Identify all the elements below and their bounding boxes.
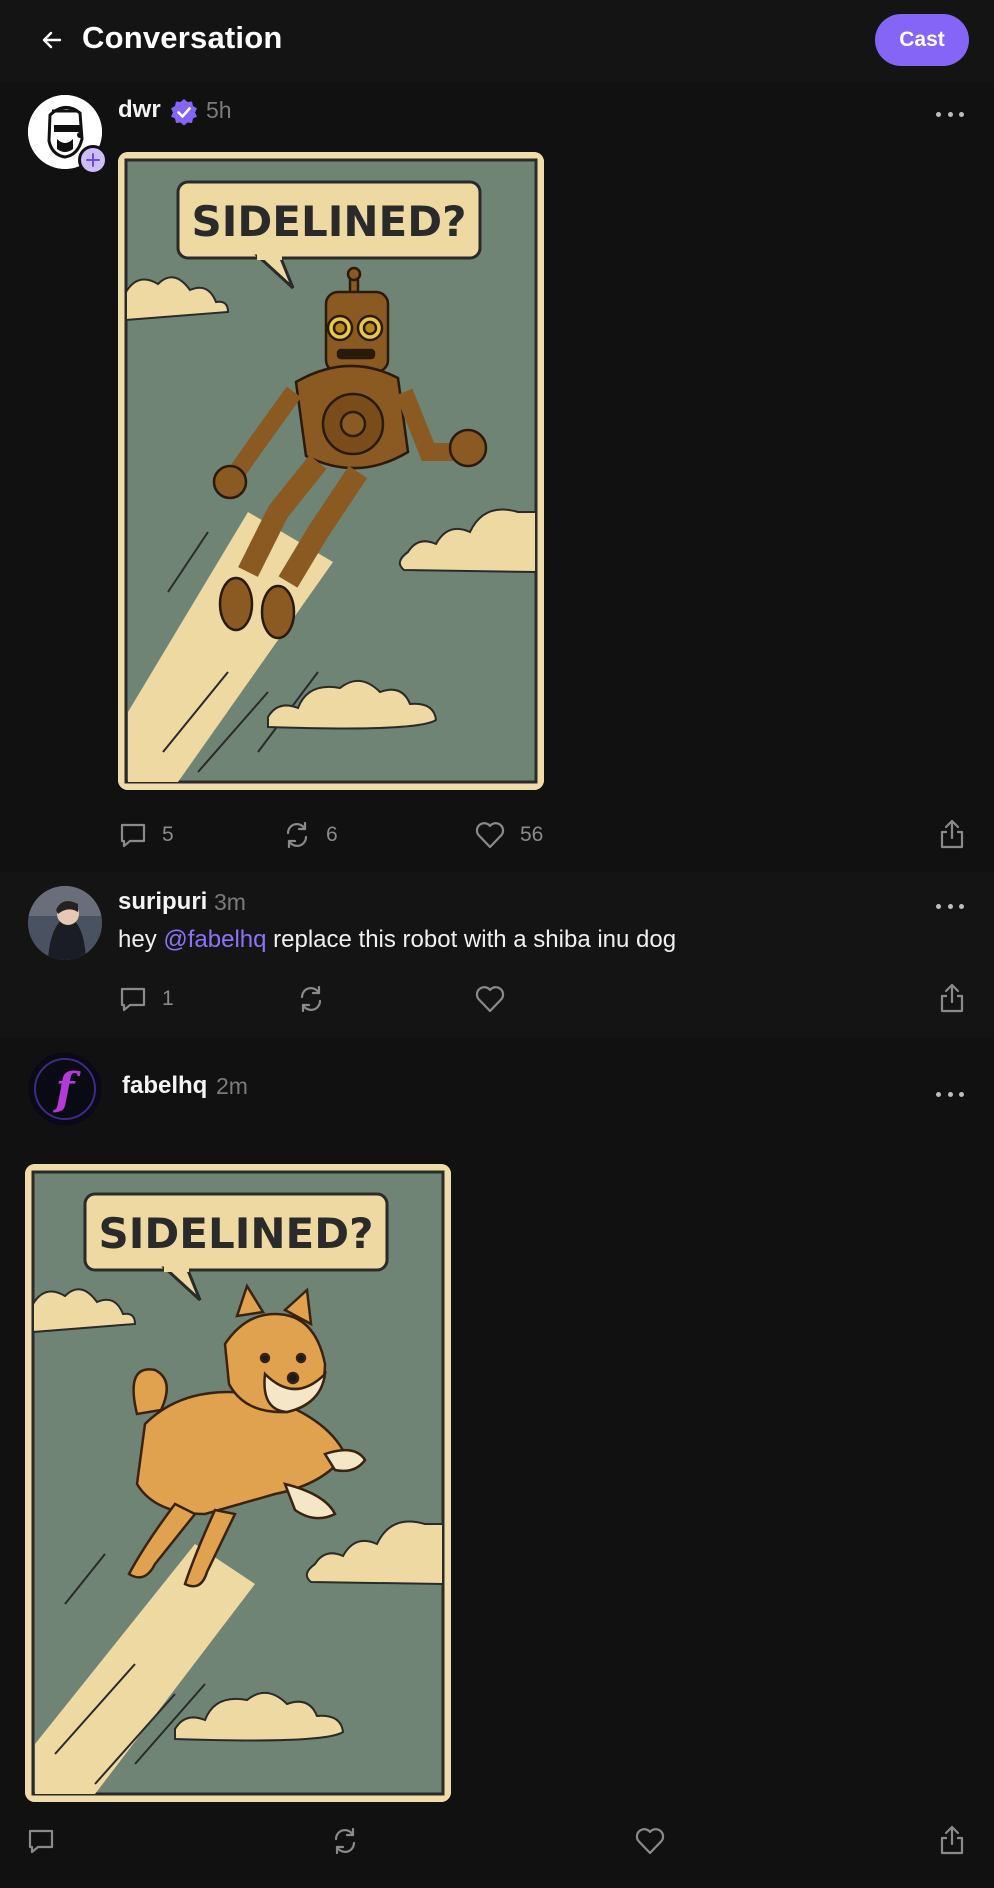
reply-icon bbox=[120, 987, 146, 1012]
more-options-button[interactable] bbox=[930, 894, 970, 918]
like-icon bbox=[635, 1828, 665, 1855]
page-title: Conversation bbox=[82, 20, 283, 55]
cast-image[interactable]: SIDELINED? bbox=[25, 1164, 451, 1802]
recast-button[interactable] bbox=[330, 1826, 360, 1856]
share-button[interactable] bbox=[938, 1824, 966, 1856]
reply-icon bbox=[28, 1829, 54, 1854]
timestamp: 3m bbox=[214, 889, 246, 915]
shiba-comic-illustration: SIDELINED? bbox=[25, 1164, 451, 1802]
cast-image[interactable]: SIDELINED? bbox=[118, 152, 544, 790]
timestamp: 5h bbox=[206, 97, 232, 123]
cast-text-part: hey bbox=[118, 926, 164, 953]
verified-badge-icon bbox=[171, 99, 197, 126]
recast-icon bbox=[334, 1827, 356, 1855]
share-button[interactable] bbox=[938, 818, 966, 850]
username[interactable]: suripuri bbox=[118, 888, 207, 916]
follow-button[interactable] bbox=[78, 145, 108, 175]
reply-count: 1 bbox=[162, 987, 174, 1010]
reply-button[interactable] bbox=[26, 1826, 56, 1856]
recast-icon bbox=[286, 821, 308, 849]
reply-icon bbox=[120, 823, 146, 848]
recast-button[interactable] bbox=[296, 984, 326, 1014]
timestamp: 2m bbox=[216, 1073, 248, 1099]
share-icon bbox=[940, 819, 964, 849]
more-options-button[interactable] bbox=[930, 1082, 970, 1106]
cast-text: hey @fabelhq replace this robot with a s… bbox=[118, 926, 676, 954]
back-arrow-icon bbox=[42, 31, 62, 49]
comic-caption: SIDELINED? bbox=[99, 1209, 374, 1258]
like-icon bbox=[475, 822, 505, 849]
avatar[interactable] bbox=[28, 886, 102, 960]
follow-plus-icon bbox=[86, 153, 100, 167]
more-options-button[interactable] bbox=[930, 102, 970, 126]
like-button[interactable] bbox=[474, 984, 506, 1014]
like-button[interactable] bbox=[634, 1826, 666, 1856]
comic-caption: SIDELINED? bbox=[192, 197, 467, 246]
like-button[interactable]: 56 bbox=[474, 820, 543, 850]
reply-count: 5 bbox=[162, 823, 174, 846]
recast-button[interactable]: 6 bbox=[282, 820, 338, 850]
like-count: 56 bbox=[520, 823, 544, 846]
recast-count: 6 bbox=[326, 823, 338, 846]
username[interactable]: fabelhq bbox=[122, 1072, 207, 1100]
recast-icon bbox=[300, 985, 322, 1013]
cast-text-part: replace this robot with a shiba inu dog bbox=[266, 926, 677, 953]
cast-button[interactable]: Cast bbox=[875, 14, 969, 66]
back-button[interactable] bbox=[34, 22, 70, 58]
username[interactable]: dwr bbox=[118, 96, 161, 124]
share-button[interactable] bbox=[938, 982, 966, 1014]
reply-button[interactable]: 5 bbox=[118, 820, 174, 850]
top-bar: Conversation Cast bbox=[0, 0, 994, 82]
robot-comic-illustration: SIDELINED? bbox=[118, 152, 544, 790]
like-icon bbox=[475, 986, 505, 1013]
share-icon bbox=[940, 983, 964, 1013]
reply-button[interactable]: 1 bbox=[118, 984, 174, 1014]
mention-link[interactable]: @fabelhq bbox=[163, 926, 266, 953]
avatar[interactable]: f bbox=[28, 1052, 102, 1126]
share-icon bbox=[940, 1825, 964, 1855]
